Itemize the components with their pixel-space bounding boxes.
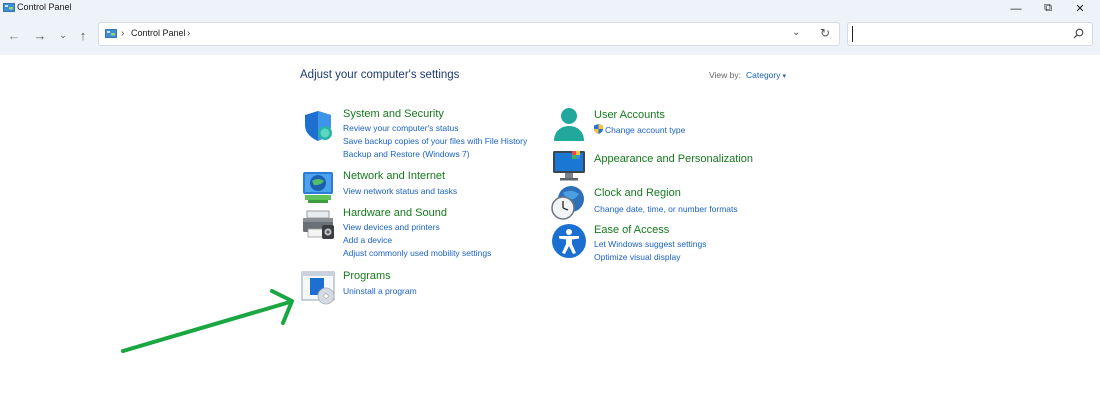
programs-disc-icon[interactable] xyxy=(300,270,336,306)
address-bar[interactable]: › Control Panel › ⌄ ↻ xyxy=(98,22,840,46)
navigation-bar: ← → ⌄ ↑ › Control Panel › ⌄ ↻ xyxy=(0,17,1100,55)
link-suggest-settings[interactable]: Let Windows suggest settings xyxy=(594,238,706,251)
link-network-status[interactable]: View network status and tasks xyxy=(343,185,457,198)
link-optimize-display[interactable]: Optimize visual display xyxy=(594,251,706,264)
back-button[interactable]: ← xyxy=(6,27,22,43)
link-file-history[interactable]: Save backup copies of your files with Fi… xyxy=(343,135,527,148)
user-icon[interactable] xyxy=(551,107,587,143)
refresh-button[interactable]: ↻ xyxy=(820,26,830,40)
monitor-palette-icon[interactable] xyxy=(551,148,587,184)
close-button[interactable]: ✕ xyxy=(1065,0,1095,17)
breadcrumb-separator[interactable]: › xyxy=(121,28,124,39)
view-by-dropdown[interactable]: Category xyxy=(746,70,781,80)
recent-locations-button[interactable]: ⌄ xyxy=(55,27,71,43)
network-globe-icon[interactable] xyxy=(300,170,336,206)
title-bar: Control Panel — ⧉ ✕ xyxy=(0,0,1100,17)
page-heading: Adjust your computer's settings xyxy=(300,69,460,81)
link-mobility-settings[interactable]: Adjust commonly used mobility settings xyxy=(343,247,491,260)
link-devices-printers[interactable]: View devices and printers xyxy=(343,221,491,234)
category-title-programs[interactable]: Programs xyxy=(343,270,391,282)
accessibility-icon[interactable] xyxy=(551,223,587,259)
link-uninstall-program[interactable]: Uninstall a program xyxy=(343,285,417,298)
shield-icon[interactable] xyxy=(300,108,336,144)
control-panel-icon xyxy=(3,3,15,12)
view-by-label: View by: xyxy=(709,70,741,80)
forward-button[interactable]: → xyxy=(32,27,48,43)
clock-globe-icon[interactable] xyxy=(551,185,587,221)
link-add-device[interactable]: Add a device xyxy=(343,234,491,247)
search-input[interactable] xyxy=(852,26,1062,42)
breadcrumb-separator[interactable]: › xyxy=(187,28,190,39)
control-panel-icon xyxy=(105,29,117,38)
link-change-account-type[interactable]: Change account type xyxy=(594,124,685,137)
link-backup-restore[interactable]: Backup and Restore (Windows 7) xyxy=(343,148,527,161)
view-by-control: View by: Category ▾ xyxy=(709,70,786,80)
category-title-user-accounts[interactable]: User Accounts xyxy=(594,109,665,121)
category-title-clock-and-region[interactable]: Clock and Region xyxy=(594,187,681,199)
category-title-ease-of-access[interactable]: Ease of Access xyxy=(594,224,669,236)
link-date-time-formats[interactable]: Change date, time, or number formats xyxy=(594,203,738,216)
minimize-button[interactable]: — xyxy=(1001,0,1031,17)
printer-icon[interactable] xyxy=(300,207,336,243)
category-title-network-and-internet[interactable]: Network and Internet xyxy=(343,170,445,182)
category-title-appearance-and-personalization[interactable]: Appearance and Personalization xyxy=(594,153,753,165)
search-box[interactable] xyxy=(847,22,1093,46)
maximize-button[interactable]: ⧉ xyxy=(1033,0,1063,17)
uac-shield-icon xyxy=(594,124,603,134)
breadcrumb-control-panel[interactable]: Control Panel xyxy=(131,28,186,38)
window-title: Control Panel xyxy=(17,2,72,12)
address-dropdown-button[interactable]: ⌄ xyxy=(792,27,800,38)
category-title-system-and-security[interactable]: System and Security xyxy=(343,108,444,120)
annotation-arrow xyxy=(121,289,294,353)
link-change-account-type-label[interactable]: Change account type xyxy=(605,125,685,135)
category-title-hardware-and-sound[interactable]: Hardware and Sound xyxy=(343,207,447,219)
chevron-down-icon[interactable]: ▾ xyxy=(782,73,786,80)
search-icon[interactable] xyxy=(1073,28,1084,39)
link-review-status[interactable]: Review your computer's status xyxy=(343,122,527,135)
up-button[interactable]: ↑ xyxy=(75,27,91,43)
